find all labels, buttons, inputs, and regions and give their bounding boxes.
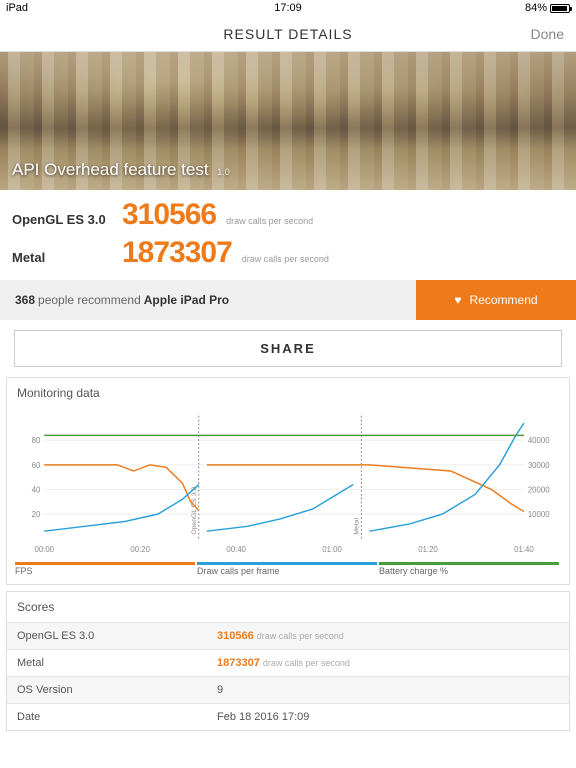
table-cell-value: Feb 18 2016 17:09 <box>207 704 569 731</box>
legend-dcpf: Draw calls per frame <box>197 562 379 576</box>
svg-text:20000: 20000 <box>528 485 550 494</box>
score-value: 310566 <box>122 198 216 232</box>
status-device: iPad <box>6 2 194 14</box>
table-row: OS Version9 <box>7 677 569 704</box>
page-title: RESULT DETAILS <box>223 26 352 42</box>
score-row-metal: Metal 1873307 draw calls per second <box>12 234 564 272</box>
table-cell-value: 310566draw calls per second <box>207 623 569 650</box>
svg-text:80: 80 <box>32 436 41 445</box>
nav-bar: RESULT DETAILS Done <box>0 16 576 52</box>
svg-text:20: 20 <box>32 510 41 519</box>
hero-title-text: API Overhead feature test <box>12 160 209 179</box>
hero-image: API Overhead feature test 1.0 <box>0 52 576 190</box>
share-section: SHARE <box>0 320 576 377</box>
score-unit: draw calls per second <box>226 216 313 226</box>
status-battery-pct: 84% <box>525 2 547 14</box>
done-button[interactable]: Done <box>531 26 564 42</box>
top-scores: OpenGL ES 3.0 310566 draw calls per seco… <box>0 190 576 280</box>
svg-text:00:40: 00:40 <box>226 545 246 554</box>
monitoring-panel: Monitoring data 20 40 60 80 10000 20000 30000 4… <box>6 377 570 585</box>
table-row: DateFeb 18 2016 17:09 <box>7 704 569 731</box>
svg-text:01:40: 01:40 <box>514 545 534 554</box>
scores-panel: Scores OpenGL ES 3.0310566draw calls per… <box>6 591 570 731</box>
svg-text:Metal: Metal <box>353 518 360 535</box>
table-cell-value: 1873307draw calls per second <box>207 650 569 677</box>
table-cell-label: OS Version <box>7 677 207 704</box>
monitoring-chart: 20 40 60 80 10000 20000 30000 40000 00:00 00:20 00… <box>15 408 561 558</box>
table-cell-value: 9 <box>207 677 569 704</box>
score-label: Metal <box>12 250 112 265</box>
legend-fps: FPS <box>15 562 197 576</box>
svg-text:40000: 40000 <box>528 436 550 445</box>
score-row-opengl: OpenGL ES 3.0 310566 draw calls per seco… <box>12 196 564 234</box>
svg-text:40: 40 <box>32 485 41 494</box>
recommend-text: 368 people recommend Apple iPad Pro <box>0 280 416 320</box>
status-right: 84% <box>382 2 570 14</box>
battery-icon <box>550 4 570 13</box>
recommend-button[interactable]: ♥ Recommend <box>416 280 576 320</box>
legend-batt: Battery charge % <box>379 562 561 576</box>
chart-legend: FPS Draw calls per frame Battery charge … <box>15 562 561 576</box>
score-unit: draw calls per second <box>242 254 329 264</box>
recommend-count: 368 <box>15 293 35 307</box>
table-row: Metal1873307draw calls per second <box>7 650 569 677</box>
scores-title: Scores <box>7 592 569 622</box>
recommend-verb: people recommend <box>38 293 141 307</box>
recommend-button-label: Recommend <box>470 293 538 307</box>
recommend-bar: 368 people recommend Apple iPad Pro ♥ Re… <box>0 280 576 320</box>
score-value: 1873307 <box>122 236 232 270</box>
hero-title: API Overhead feature test 1.0 <box>12 160 230 180</box>
monitoring-title: Monitoring data <box>7 378 569 408</box>
table-row: OpenGL ES 3.0310566draw calls per second <box>7 623 569 650</box>
svg-text:10000: 10000 <box>528 510 550 519</box>
svg-text:01:00: 01:00 <box>322 545 342 554</box>
share-button[interactable]: SHARE <box>14 330 562 367</box>
score-label: OpenGL ES 3.0 <box>12 212 112 227</box>
table-cell-label: OpenGL ES 3.0 <box>7 623 207 650</box>
status-time: 17:09 <box>194 2 382 14</box>
svg-text:00:00: 00:00 <box>34 545 54 554</box>
svg-text:01:20: 01:20 <box>418 545 438 554</box>
svg-text:00:20: 00:20 <box>130 545 150 554</box>
scores-table: OpenGL ES 3.0310566draw calls per second… <box>7 622 569 730</box>
heart-icon: ♥ <box>454 293 461 307</box>
svg-text:30000: 30000 <box>528 461 550 470</box>
status-bar: iPad 17:09 84% <box>0 0 576 16</box>
table-cell-label: Date <box>7 704 207 731</box>
table-cell-label: Metal <box>7 650 207 677</box>
svg-text:OpenGL ES 3.0: OpenGL ES 3.0 <box>191 487 198 535</box>
hero-version: 1.0 <box>217 167 230 177</box>
svg-text:60: 60 <box>32 461 41 470</box>
recommend-product: Apple iPad Pro <box>144 293 229 307</box>
